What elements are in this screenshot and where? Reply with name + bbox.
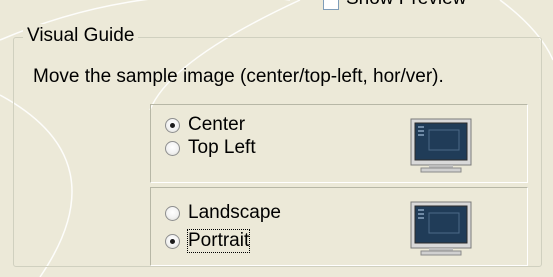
center-radio-option[interactable]: Center xyxy=(165,113,245,137)
center-label[interactable]: Center xyxy=(188,114,245,136)
portrait-radio[interactable] xyxy=(165,233,180,249)
top-left-radio-option[interactable]: Top Left xyxy=(165,136,256,160)
landscape-radio-option[interactable]: Landscape xyxy=(165,201,281,225)
center-radio[interactable] xyxy=(165,117,180,133)
orientation-panel: Landscape Portrait xyxy=(150,187,528,266)
portrait-radio-option[interactable]: Portrait xyxy=(165,229,251,253)
top-left-radio[interactable] xyxy=(165,140,180,156)
landscape-radio[interactable] xyxy=(165,205,180,221)
visual-guide-description: Move the sample image (center/top-left, … xyxy=(33,66,444,87)
visual-guide-title: Visual Guide xyxy=(23,24,139,48)
position-panel: Center Top Left xyxy=(150,104,528,183)
monitor-preview-icon xyxy=(410,201,472,256)
landscape-label[interactable]: Landscape xyxy=(188,202,281,224)
top-left-label[interactable]: Top Left xyxy=(188,137,256,159)
show-preview-label: Show Preview xyxy=(346,0,466,10)
portrait-label[interactable]: Portrait xyxy=(186,229,251,253)
show-preview-checkbox[interactable] xyxy=(323,0,339,10)
monitor-preview-icon xyxy=(410,118,472,173)
